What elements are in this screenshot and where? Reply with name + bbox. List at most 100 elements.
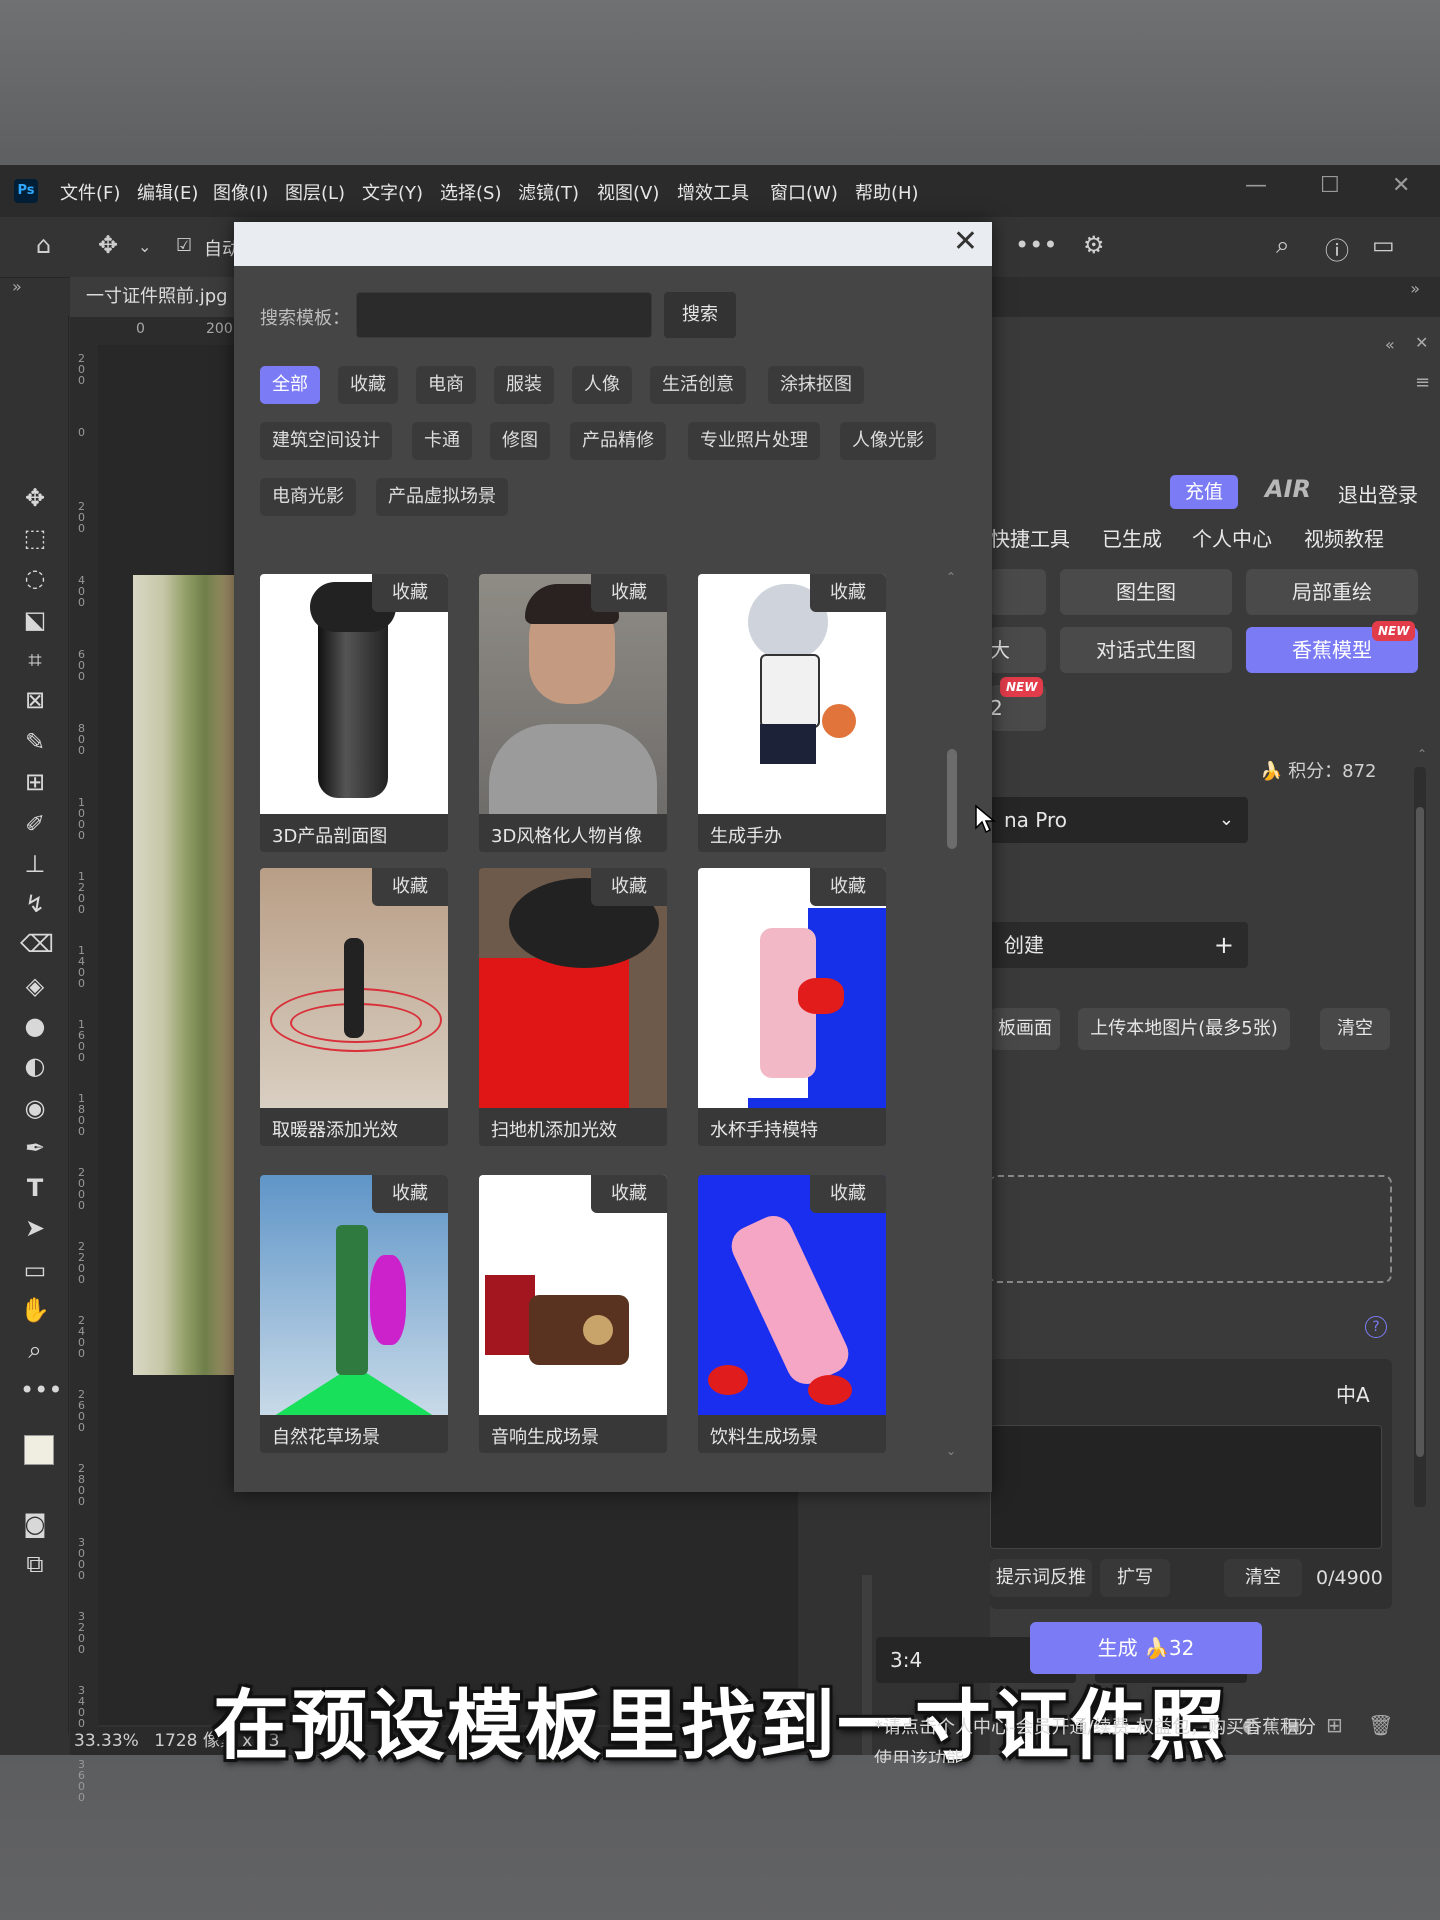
rectangle-icon[interactable]: ▭ bbox=[20, 1255, 50, 1285]
object-select-icon[interactable]: ⬕ bbox=[20, 605, 50, 635]
close-window-icon[interactable]: ✕ bbox=[1392, 173, 1410, 198]
expand-prompt-button[interactable]: 扩写 bbox=[1100, 1559, 1170, 1597]
eyedropper-icon[interactable]: ✎ bbox=[20, 727, 50, 757]
template-card[interactable]: 收藏 音响生成场景 bbox=[479, 1175, 667, 1453]
stamp-icon[interactable]: ⊥ bbox=[20, 849, 50, 879]
favorite-button[interactable]: 收藏 bbox=[810, 868, 886, 906]
scroll-down-icon[interactable]: ⌄ bbox=[946, 1444, 956, 1458]
mode-chat-button[interactable]: 对话式生图 bbox=[1060, 627, 1232, 673]
category-retouch[interactable]: 修图 bbox=[490, 422, 550, 460]
scroll-up-icon[interactable]: ⌃ bbox=[946, 570, 956, 584]
zoom-icon[interactable]: ⌕ bbox=[20, 1335, 50, 1365]
dodge-icon[interactable]: ◐ bbox=[20, 1051, 50, 1081]
blur-icon[interactable]: ● bbox=[20, 1011, 50, 1041]
recharge-button[interactable]: 充值 bbox=[1170, 475, 1238, 509]
expand-left-icon[interactable]: » bbox=[12, 277, 22, 296]
clear-prompt-button[interactable]: 清空 bbox=[1224, 1559, 1302, 1597]
mode-img2img-button[interactable]: 图生图 bbox=[1060, 569, 1232, 615]
search-icon[interactable]: ⌕ bbox=[1276, 231, 1289, 259]
tab-generated[interactable]: 已生成 bbox=[1102, 523, 1162, 552]
brush-icon[interactable]: ✐ bbox=[20, 809, 50, 839]
mode-button-partial[interactable] bbox=[990, 569, 1046, 615]
category-product-refine[interactable]: 产品精修 bbox=[570, 422, 666, 460]
template-card[interactable]: 收藏 3D产品剖面图 bbox=[260, 574, 448, 852]
search-button[interactable]: 搜索 bbox=[664, 292, 736, 338]
template-card[interactable]: 收藏 取暖器添加光效 bbox=[260, 868, 448, 1146]
home-icon[interactable]: ⌂ bbox=[36, 231, 51, 259]
template-card[interactable]: 收藏 扫地机添加光效 bbox=[479, 868, 667, 1146]
logout-link[interactable]: 退出登录 bbox=[1338, 479, 1418, 508]
menu-help[interactable]: 帮助(H) bbox=[855, 179, 919, 205]
menu-select[interactable]: 选择(S) bbox=[440, 179, 501, 205]
menu-plugins[interactable]: 增效工具 bbox=[677, 179, 749, 205]
pen-icon[interactable]: ✒ bbox=[20, 1133, 50, 1163]
template-card[interactable]: 收藏 生成手办 bbox=[698, 574, 886, 852]
template-card[interactable]: 收藏 自然花草场景 bbox=[260, 1175, 448, 1453]
scroll-thumb[interactable] bbox=[947, 749, 957, 849]
template-card[interactable]: 收藏 3D风格化人物肖像 bbox=[479, 574, 667, 852]
reverse-prompt-button[interactable]: 提示词反推 bbox=[990, 1559, 1092, 1597]
panel-menu-icon[interactable]: ≡ bbox=[1415, 372, 1430, 393]
favorite-button[interactable]: 收藏 bbox=[810, 1175, 886, 1213]
menu-layer[interactable]: 图层(L) bbox=[285, 179, 345, 205]
favorite-button[interactable]: 收藏 bbox=[591, 868, 667, 906]
model-select[interactable]: na Pro ⌄ bbox=[990, 797, 1248, 843]
menu-filter[interactable]: 滤镜(T) bbox=[518, 179, 579, 205]
quick-mask-icon[interactable]: ◙ bbox=[20, 1509, 50, 1539]
history-brush-icon[interactable]: ↯ bbox=[20, 889, 50, 919]
bucket-icon[interactable]: ◈ bbox=[20, 971, 50, 1001]
category-life-creative[interactable]: 生活创意 bbox=[650, 366, 746, 404]
clear-images-button[interactable]: 清空 bbox=[1320, 1008, 1390, 1050]
favorite-button[interactable]: 收藏 bbox=[372, 868, 448, 906]
category-ecommerce[interactable]: 电商 bbox=[416, 366, 476, 404]
hand-icon[interactable]: ✋ bbox=[20, 1295, 50, 1325]
close-panel-icon[interactable]: ✕ bbox=[1415, 333, 1428, 352]
move-icon[interactable]: ✥ bbox=[20, 483, 50, 513]
tab-user-center[interactable]: 个人中心 bbox=[1192, 523, 1272, 552]
chevron-down-icon[interactable]: ⌄ bbox=[138, 237, 151, 256]
favorite-button[interactable]: 收藏 bbox=[591, 574, 667, 612]
tab-quick-tools[interactable]: 快捷工具 bbox=[990, 523, 1070, 552]
close-icon[interactable]: ✕ bbox=[953, 224, 978, 259]
category-ecom-light[interactable]: 电商光影 bbox=[260, 478, 356, 516]
crop-icon[interactable]: ⌗ bbox=[20, 645, 50, 675]
favorite-button[interactable]: 收藏 bbox=[372, 1175, 448, 1213]
category-all[interactable]: 全部 bbox=[260, 366, 320, 404]
menu-type[interactable]: 文字(Y) bbox=[362, 179, 423, 205]
screen-mode-icon[interactable]: ⧉ bbox=[20, 1549, 50, 1579]
minimize-icon[interactable]: — bbox=[1245, 173, 1267, 198]
menu-file[interactable]: 文件(F) bbox=[60, 179, 120, 205]
upload-local-button[interactable]: 上传本地图片(最多5张) bbox=[1078, 1008, 1290, 1050]
category-pro-photo[interactable]: 专业照片处理 bbox=[688, 422, 820, 460]
category-clothing[interactable]: 服装 bbox=[494, 366, 554, 404]
translate-icon[interactable]: 中A bbox=[1336, 1379, 1370, 1408]
template-card[interactable]: 收藏 水杯手持模特 bbox=[698, 868, 886, 1146]
help-icon[interactable]: ? bbox=[1365, 1316, 1387, 1338]
menu-edit[interactable]: 编辑(E) bbox=[137, 179, 198, 205]
category-architecture[interactable]: 建筑空间设计 bbox=[260, 422, 392, 460]
tab-video-tutorial[interactable]: 视频教程 bbox=[1304, 523, 1384, 552]
eraser-icon[interactable]: ⌫ bbox=[20, 929, 54, 959]
category-portrait-light[interactable]: 人像光影 bbox=[840, 422, 936, 460]
panel-scroll-thumb[interactable] bbox=[1416, 807, 1424, 1457]
create-select[interactable]: 创建 + bbox=[990, 922, 1248, 968]
foreground-color-swatch[interactable] bbox=[24, 1435, 54, 1465]
mode-inpaint-button[interactable]: 局部重绘 bbox=[1246, 569, 1418, 615]
maximize-icon[interactable]: ☐ bbox=[1320, 173, 1340, 198]
favorite-button[interactable]: 收藏 bbox=[810, 574, 886, 612]
move-tool-icon[interactable]: ✥ bbox=[98, 231, 118, 259]
category-virtual-scene[interactable]: 产品虚拟场景 bbox=[376, 478, 508, 516]
workspace-icon[interactable]: ▭ bbox=[1372, 231, 1395, 259]
help-icon[interactable]: ⓘ bbox=[1325, 231, 1349, 266]
document-tab[interactable]: 一寸证件照前.jpg bbox=[70, 277, 244, 317]
gear-icon[interactable]: ⚙ bbox=[1083, 231, 1105, 259]
zoom-burn-icon[interactable]: ◉ bbox=[20, 1093, 50, 1123]
template-scrollbar[interactable]: ⌃ ⌄ bbox=[944, 570, 960, 1462]
more-icon[interactable]: ••• bbox=[1015, 231, 1057, 259]
category-portrait[interactable]: 人像 bbox=[572, 366, 632, 404]
menu-view[interactable]: 视图(V) bbox=[597, 179, 659, 205]
category-smear-cutout[interactable]: 涂抹抠图 bbox=[768, 366, 864, 404]
marquee-icon[interactable]: ⬚ bbox=[20, 523, 50, 553]
image-drop-zone[interactable] bbox=[990, 1175, 1392, 1283]
prompt-textarea[interactable] bbox=[990, 1425, 1382, 1549]
